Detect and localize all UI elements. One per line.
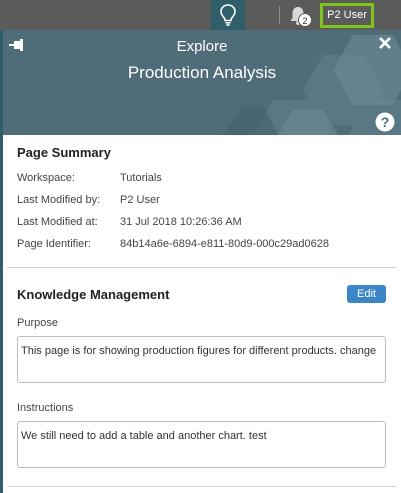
modified-by-value: P2 User [120,194,160,206]
page-summary-heading: Page Summary [17,145,111,160]
user-menu-button[interactable]: P2 User [320,3,374,28]
help-icon[interactable]: ? [375,112,395,132]
bottom-divider [7,486,397,487]
topbar-divider [279,6,280,24]
knowledge-management-heading: Knowledge Management [17,287,170,302]
top-bar: 2 P2 User [0,0,401,30]
modified-by-label: Last Modified by: [17,194,101,206]
section-divider [7,267,397,268]
insights-tab[interactable] [211,0,245,30]
lightbulb-icon [220,4,236,26]
page-title: Production Analysis [127,63,277,82]
explore-panel: Explore Production Analysis ? Page Summa… [0,30,401,493]
purpose-field[interactable]: This page is for showing production figu… [17,336,386,383]
page-identifier-value: 84b14a6e-6894-e811-80d9-000c29ad0628 [120,238,329,250]
svg-text:?: ? [381,114,390,130]
workspace-label: Workspace: [17,172,75,184]
close-icon[interactable] [378,36,392,50]
modified-at-value: 31 Jul 2018 10:26:36 AM [120,216,242,228]
panel-header: Explore Production Analysis ? [3,30,401,135]
edit-button[interactable]: Edit [347,285,386,303]
modified-at-label: Last Modified at: [17,216,98,228]
page-identifier-label: Page Identifier: [17,238,91,250]
notification-count-badge: 2 [298,13,312,27]
instructions-field[interactable]: We still need to add a table and another… [17,421,386,468]
panel-kicker: Explore [176,38,228,55]
workspace-value: Tutorials [120,172,162,184]
instructions-label: Instructions [17,402,74,414]
purpose-label: Purpose [17,317,58,329]
